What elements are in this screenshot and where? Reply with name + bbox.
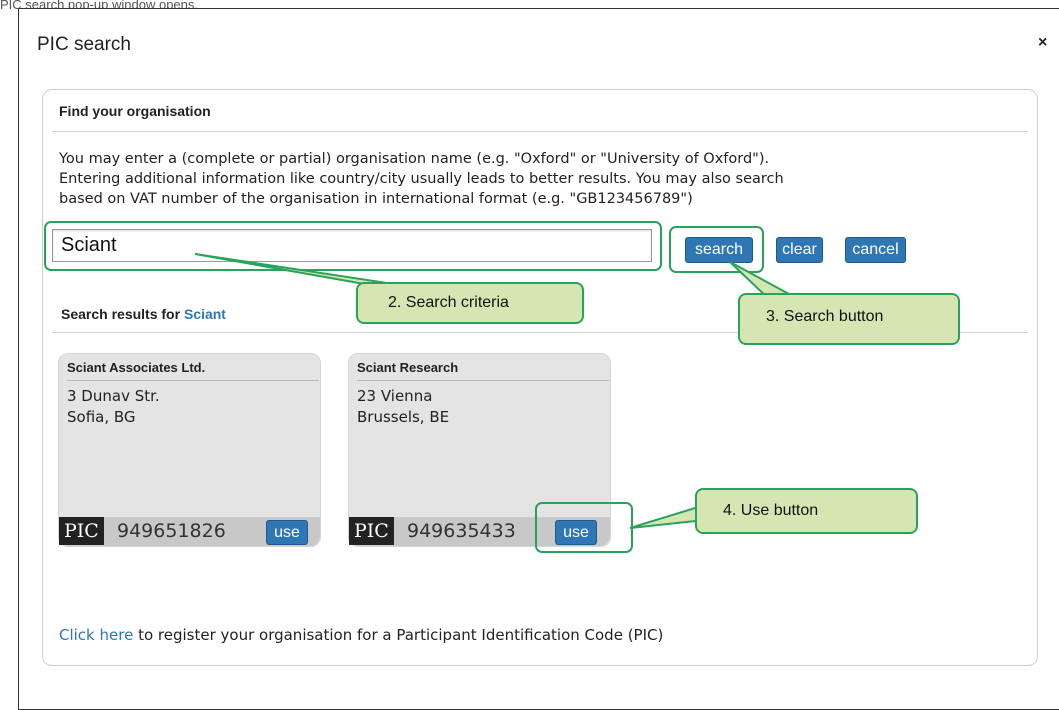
register-text: to register your organisation for a Part…: [133, 626, 664, 644]
search-button-callout: 3. Search button: [738, 293, 960, 345]
register-organisation-text: Click here to register your organisation…: [59, 626, 663, 644]
callout-pointer: [194, 253, 401, 286]
callout-pointer: [629, 503, 706, 529]
use-button-callout: 4. Use button: [695, 488, 918, 534]
register-link[interactable]: Click here: [59, 626, 133, 644]
search-criteria-callout: 2. Search criteria: [356, 282, 584, 324]
